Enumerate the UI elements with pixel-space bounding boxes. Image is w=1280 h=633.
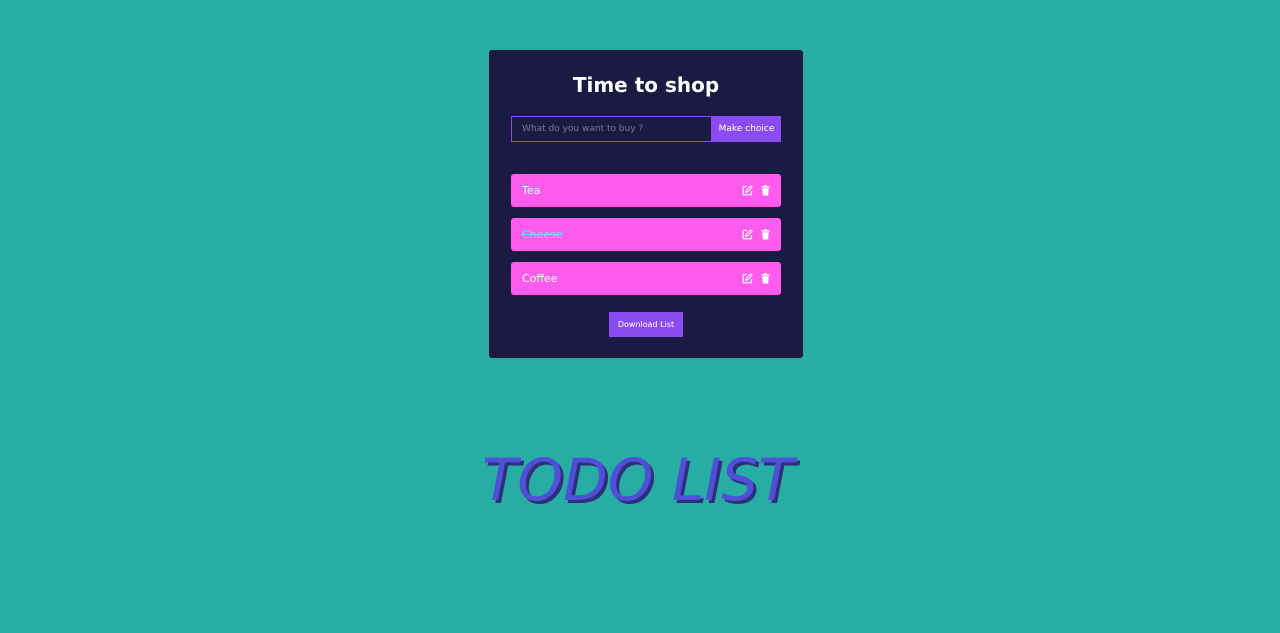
list-item: Tea bbox=[511, 174, 781, 207]
item-actions bbox=[742, 229, 771, 240]
item-label: Cheese bbox=[522, 228, 563, 241]
edit-icon[interactable] bbox=[742, 273, 753, 284]
download-list-button[interactable]: Download List bbox=[609, 312, 683, 337]
item-actions bbox=[742, 185, 771, 196]
add-item-form: Make choice bbox=[511, 116, 781, 142]
make-choice-button[interactable]: Make choice bbox=[712, 116, 781, 142]
page-title: Time to shop bbox=[572, 73, 720, 97]
item-actions bbox=[742, 273, 771, 284]
banner-text: TODO LIST bbox=[482, 446, 798, 514]
edit-icon[interactable] bbox=[742, 229, 753, 240]
trash-icon[interactable] bbox=[760, 273, 771, 284]
list-item: Cheese bbox=[511, 218, 781, 251]
edit-icon[interactable] bbox=[742, 185, 753, 196]
todo-list-banner: TODO LIST TODO LIST bbox=[482, 446, 801, 517]
trash-icon[interactable] bbox=[760, 229, 771, 240]
item-list: Tea Cheese Coffee bbox=[511, 174, 781, 306]
item-input[interactable] bbox=[511, 116, 712, 142]
trash-icon[interactable] bbox=[760, 185, 771, 196]
item-label: Tea bbox=[522, 184, 541, 197]
list-item: Coffee bbox=[511, 262, 781, 295]
item-label: Coffee bbox=[522, 272, 558, 285]
todo-card: Time to shop Make choice Tea Cheese bbox=[489, 50, 803, 358]
